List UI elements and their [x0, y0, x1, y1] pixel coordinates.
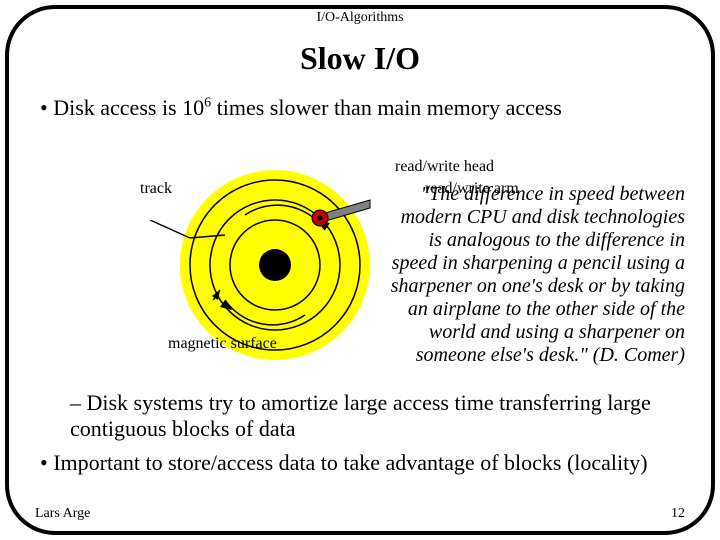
quote-text: "The difference in speed between modern … — [385, 183, 685, 367]
bullet1-suffix: times slower than main memory access — [211, 95, 562, 120]
footer-author: Lars Arge — [35, 506, 90, 522]
footer-page: 12 — [671, 506, 685, 522]
label-head: read/write head — [395, 158, 494, 176]
label-track: track — [140, 180, 172, 198]
track-pointer-line — [140, 220, 230, 300]
label-surface: magnetic surface — [168, 335, 277, 353]
bullet-locality: • Important to store/access data to take… — [40, 450, 690, 476]
slide-title: Slow I/O — [0, 40, 720, 77]
bullet-disk-access: • Disk access is 106 times slower than m… — [40, 95, 700, 121]
header-label: I/O-Algorithms — [0, 10, 720, 26]
bullet-amortize: – Disk systems try to amortize large acc… — [70, 390, 690, 442]
bullet1-prefix: • Disk access is 10 — [40, 95, 204, 120]
